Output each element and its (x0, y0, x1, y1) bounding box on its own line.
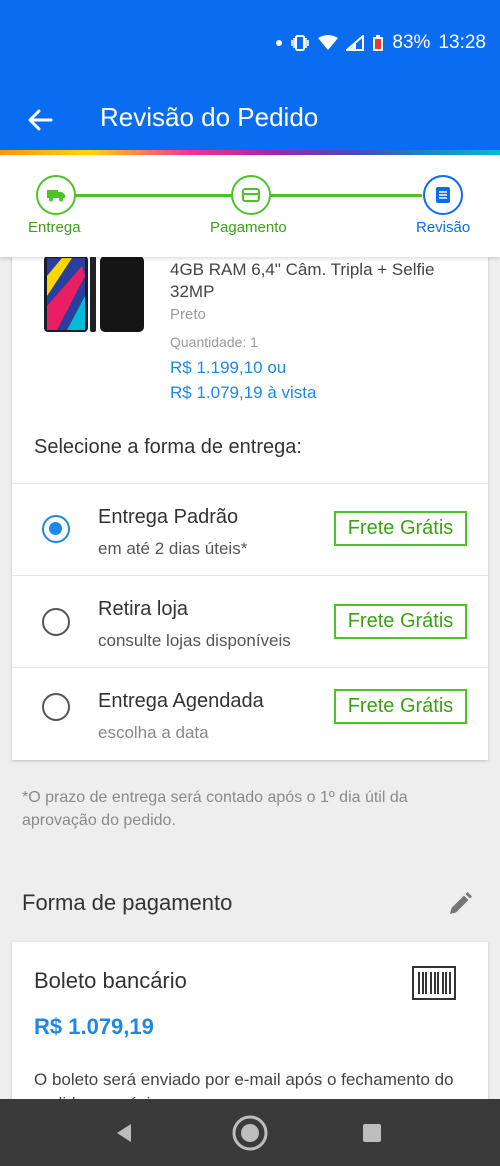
delivery-note: *O prazo de entrega será contado após o … (22, 789, 408, 829)
free-shipping-badge: Frete Grátis (334, 604, 467, 639)
square-recents-icon (363, 1124, 381, 1142)
system-nav-bar (0, 1099, 500, 1166)
signal-icon (346, 35, 365, 51)
document-icon (436, 187, 450, 203)
barcode-icon (412, 966, 456, 1000)
battery-percentage: 83% (392, 32, 431, 53)
nav-back-button[interactable] (104, 1113, 144, 1153)
radio-retira-loja[interactable] (42, 608, 70, 636)
step-revisao[interactable] (423, 175, 463, 215)
step-label-entrega: Entrega (28, 219, 81, 236)
vibrate-icon (290, 35, 310, 51)
option-title: Entrega Padrão (98, 506, 239, 528)
product-color: Preto (170, 306, 206, 323)
radio-padrao[interactable] (42, 515, 70, 543)
free-shipping-badge: Frete Grátis (334, 689, 467, 724)
option-subtitle: escolha a data (98, 723, 209, 742)
product-spec-line1: 4GB RAM 6,4" Câm. Tripla + Selfie (170, 260, 435, 279)
page-title: Revisão do Pedido (100, 102, 319, 132)
nav-recents-button[interactable] (352, 1113, 392, 1153)
back-button[interactable] (20, 100, 60, 140)
step-pagamento[interactable] (231, 175, 271, 215)
shipping-section-title: Selecione a forma de entrega: (34, 436, 302, 458)
notification-dot-icon (276, 40, 283, 46)
payment-method: Boleto bancário (34, 968, 187, 993)
wifi-icon (318, 35, 339, 51)
payment-amount: R$ 1.079,19 (34, 1014, 154, 1039)
battery-icon (372, 34, 384, 52)
truck-icon (47, 190, 65, 202)
step-connector (74, 194, 232, 197)
pencil-icon (450, 892, 472, 914)
option-title: Retira loja (98, 598, 189, 620)
step-connector (270, 194, 422, 197)
step-label-revisao: Revisão (416, 219, 471, 236)
home-circle-icon (232, 1115, 268, 1151)
option-subtitle: consulte lojas disponíveis (98, 631, 291, 650)
free-shipping-badge: Frete Grátis (334, 511, 467, 546)
payment-section-title: Forma de pagamento (22, 890, 233, 915)
step-entrega[interactable] (36, 175, 76, 215)
price-cash: R$ 1.079,19 à vista (170, 383, 317, 402)
arrow-left-icon (28, 109, 53, 131)
price-installments: R$ 1.199,10 ou (170, 358, 287, 377)
status-bar: 83% 13:28 (0, 0, 500, 88)
product-image (44, 256, 144, 332)
clock-time: 13:28 (438, 32, 486, 53)
triangle-back-icon (117, 1124, 131, 1142)
product-spec-line2: 32MP (170, 282, 215, 301)
shipping-option-retira-loja[interactable]: Retira loja consulte lojas disponíveis F… (12, 575, 488, 667)
step-label-pagamento: Pagamento (210, 219, 287, 236)
shipping-option-padrao[interactable]: Entrega Padrão em até 2 dias úteis* Fret… (12, 483, 488, 575)
shipping-option-agendada[interactable]: Entrega Agendada escolha a data Frete Gr… (12, 667, 488, 759)
order-card: 4GB RAM 6,4" Câm. Tripla + Selfie 32MP P… (12, 240, 488, 760)
app-bar: Revisão do Pedido (0, 88, 500, 150)
checkout-stepper: Entrega Pagamento Revisão (0, 155, 500, 257)
option-subtitle: em até 2 dias úteis* (98, 539, 248, 558)
card-icon (242, 188, 260, 202)
nav-home-button[interactable] (230, 1113, 270, 1153)
edit-payment-button[interactable] (444, 888, 476, 920)
product-quantity: Quantidade: 1 (170, 334, 258, 350)
option-title: Entrega Agendada (98, 690, 264, 712)
status-icons: 83% 13:28 (276, 32, 486, 54)
radio-agendada[interactable] (42, 693, 70, 721)
